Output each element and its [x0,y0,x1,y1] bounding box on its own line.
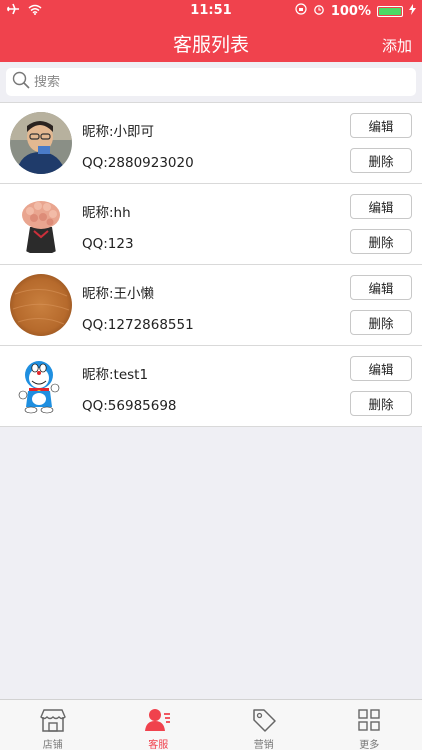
doraemon-avatar-icon [10,355,72,417]
search-bar [0,62,422,102]
status-bar: 11:51 100% [0,0,422,22]
edit-button[interactable]: 编辑 [350,356,412,381]
battery-icon [377,5,403,17]
nickname: 昵称:test1 [82,367,149,383]
avatar [10,355,72,417]
tab-marketing[interactable]: 营销 [211,700,317,750]
charging-icon [409,3,416,19]
edit-button[interactable]: 编辑 [350,194,412,219]
tab-label: 店铺 [42,740,63,750]
search-icon [12,71,30,93]
nickname: 昵称:王小懒 [82,286,155,302]
list-item: 昵称:test1 QQ:56985698 编辑 删除 [0,346,422,427]
rotation-lock-icon [295,3,307,19]
tab-label: 客服 [148,740,169,750]
delete-button[interactable]: 删除 [350,229,412,254]
tab-customer-service[interactable]: 客服 [106,700,212,750]
qq-number: QQ:2880923020 [82,155,194,171]
top-bar: 11:51 100% 客服列表 添加 [0,0,422,62]
brown-texture-avatar-icon [10,274,72,336]
qq-number: QQ:1272868551 [82,317,194,333]
add-button[interactable]: 添加 [382,35,412,56]
status-right: 100% [295,3,416,19]
qq-number: QQ:123 [82,236,134,252]
nickname: 昵称:小即可 [82,124,155,140]
photo-man-avatar-icon [10,112,72,174]
avatar [10,112,72,174]
tab-more[interactable]: 更多 [317,700,422,750]
tab-label: 更多 [359,740,380,750]
list-item: 昵称:王小懒 QQ:1272868551 编辑 删除 [0,265,422,346]
delete-button[interactable]: 删除 [350,148,412,173]
alarm-icon [313,3,325,19]
delete-button[interactable]: 删除 [350,391,412,416]
delete-button[interactable]: 删除 [350,310,412,335]
qq-number: QQ:56985698 [82,398,177,414]
tab-store[interactable]: 店铺 [0,700,106,750]
page-title: 客服列表 [172,34,249,56]
nickname: 昵称:hh [82,205,131,221]
flower-bouquet-avatar-icon [10,193,72,255]
list-item: 昵称:hh QQ:123 编辑 删除 [0,184,422,265]
search-input[interactable] [34,74,394,90]
edit-button[interactable]: 编辑 [350,275,412,300]
avatar [10,274,72,336]
search-box[interactable] [6,68,416,96]
agent-list: 昵称:小即可 QQ:2880923020 编辑 删除 昵称:hh QQ:123 … [0,102,422,427]
list-item: 昵称:小即可 QQ:2880923020 编辑 删除 [0,103,422,184]
avatar [10,193,72,255]
edit-button[interactable]: 编辑 [350,113,412,138]
battery-percent: 100% [330,3,371,19]
tab-label: 营销 [253,740,274,750]
tab-bar: 店铺 客服 营销 更多 [0,699,422,750]
